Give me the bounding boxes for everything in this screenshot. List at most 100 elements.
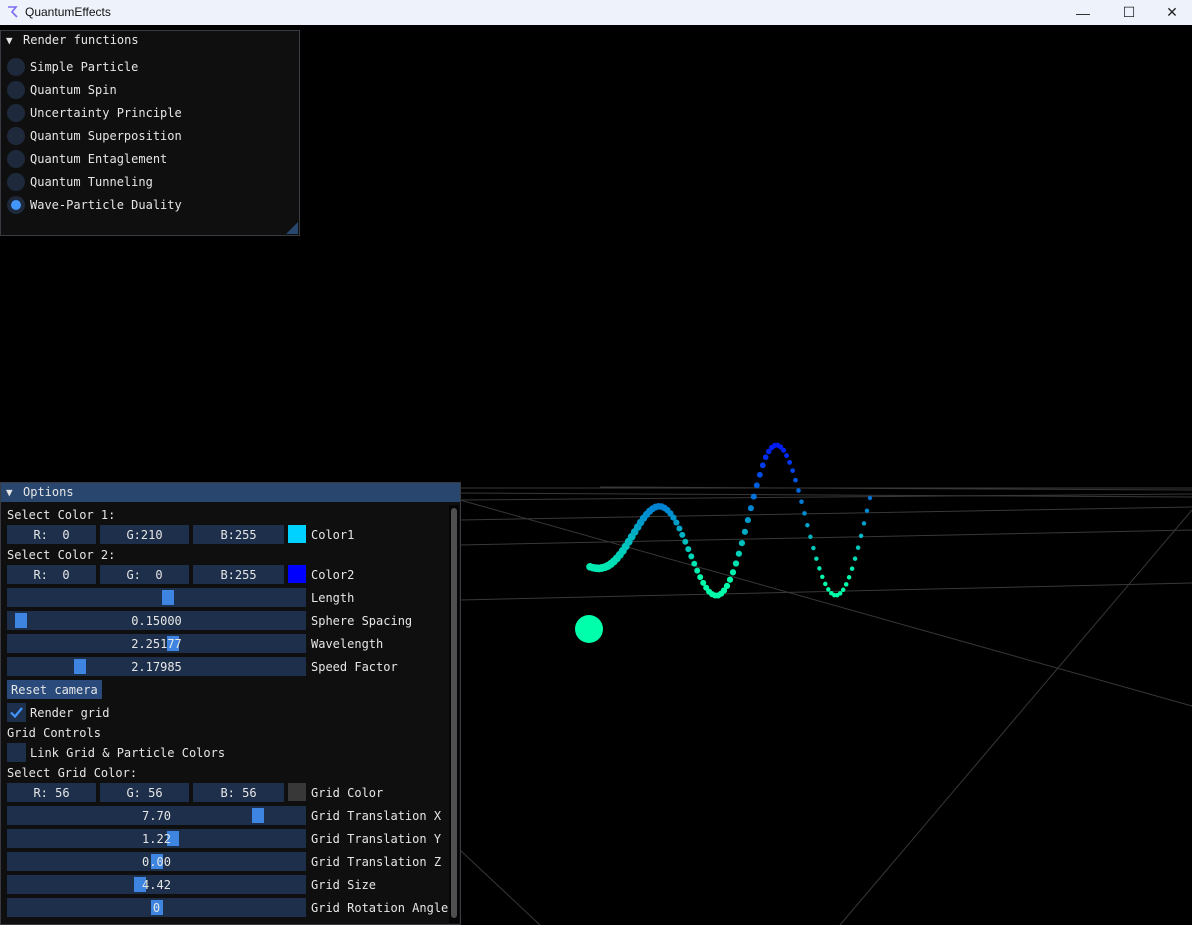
color2-swatch[interactable] (288, 565, 306, 583)
particle-sphere (679, 531, 686, 538)
radio-button-icon[interactable] (7, 81, 25, 99)
grid-color-swatch[interactable] (288, 783, 306, 801)
length-label: Length (311, 591, 355, 605)
slider-grab-handle[interactable] (74, 659, 86, 674)
grid-line (459, 499, 1192, 707)
lead-particle (575, 615, 603, 643)
render-grid-label: Render grid (30, 706, 110, 720)
particle-sphere (781, 447, 787, 453)
grid-color-r-field[interactable]: R: 56 (7, 783, 96, 802)
particle-sphere (738, 539, 746, 547)
particle-sphere (820, 574, 825, 580)
slider-grab-handle[interactable] (15, 613, 27, 628)
slider-grab-handle[interactable] (252, 808, 264, 823)
particle-sphere (691, 560, 698, 567)
color1-r-value: R: 0 (33, 527, 70, 542)
speed-factor-value: 2.17985 (131, 659, 182, 674)
grid-size-label: Grid Size (311, 878, 377, 892)
particle-sphere (796, 488, 801, 493)
particle-sphere (855, 545, 861, 550)
color1-g-field[interactable]: G:210 (100, 525, 189, 544)
color1-b-value: B:255 (220, 527, 257, 542)
grid-translation-z-value: 0.00 (142, 854, 171, 869)
color2-g-field[interactable]: G: 0 (100, 565, 189, 584)
render-option[interactable]: Quantum Tunneling (7, 172, 153, 192)
particle-sphere (759, 462, 766, 469)
render-grid-checkbox[interactable] (7, 703, 26, 722)
color1-heading: Select Color 1: (7, 508, 116, 522)
minimize-button[interactable]: — (1060, 0, 1106, 25)
reset-camera-button[interactable]: Reset camera (7, 680, 102, 699)
particle-sphere (790, 468, 795, 473)
color2-b-field[interactable]: B:255 (193, 565, 284, 584)
radio-button-icon[interactable] (7, 127, 25, 145)
options-scrollbar[interactable] (449, 505, 459, 923)
grid-rotation-slider[interactable]: 0 (7, 898, 306, 917)
render-option[interactable]: Quantum Entaglement (7, 149, 167, 169)
grid-translation-y-slider[interactable]: 1.22 (7, 829, 306, 848)
particle-sphere (793, 477, 798, 483)
grid-size-slider[interactable]: 4.42 (7, 875, 306, 894)
particle-sphere (840, 587, 846, 593)
color2-r-field[interactable]: R: 0 (7, 565, 96, 584)
render-option[interactable]: Uncertainty Principle (7, 103, 182, 123)
radio-button-icon[interactable] (7, 58, 25, 76)
resize-grip-icon[interactable] (286, 222, 298, 234)
particle-sphere (867, 495, 873, 501)
radio-button-icon[interactable] (7, 104, 25, 122)
close-icon: ✕ (1166, 4, 1178, 20)
render-option[interactable]: Quantum Superposition (7, 126, 182, 146)
sphere-spacing-label: Sphere Spacing (311, 614, 413, 628)
sphere-spacing-value: 0.15000 (131, 613, 182, 628)
grid-color-b-value: B: 56 (220, 785, 257, 800)
close-button[interactable]: ✕ (1152, 0, 1192, 25)
particle-sphere (762, 454, 769, 461)
radio-button-icon[interactable] (7, 150, 25, 168)
grid-translation-x-slider[interactable]: 7.70 (7, 806, 306, 825)
grid-color-g-field[interactable]: G: 56 (100, 783, 189, 802)
grid-size-value: 4.42 (142, 877, 171, 892)
color1-swatch[interactable] (288, 525, 306, 543)
radio-button-icon[interactable] (7, 196, 25, 214)
particle-sphere (837, 591, 843, 596)
wavelength-label: Wavelength (311, 637, 384, 651)
grid-translation-z-slider[interactable]: 0.00 (7, 852, 306, 871)
app-icon (8, 6, 18, 18)
particle-sphere (750, 493, 757, 500)
scrollbar-thumb[interactable] (451, 508, 457, 918)
particle-sphere (753, 482, 760, 489)
color1-r-field[interactable]: R: 0 (7, 525, 96, 544)
link-colors-checkbox[interactable] (7, 743, 26, 762)
options-header[interactable]: ▼ Options (1, 483, 460, 502)
wavelength-value: 2.25177 (131, 636, 182, 651)
grid-translation-x-label: Grid Translation X (311, 809, 442, 823)
particle-sphere (817, 566, 822, 571)
particle-sphere (741, 528, 748, 535)
grid-translation-x-value: 7.70 (142, 808, 171, 823)
sphere-spacing-slider[interactable]: 0.15000 (7, 611, 306, 630)
render-option[interactable]: Quantum Spin (7, 80, 117, 100)
particle-sphere (861, 521, 867, 526)
speed-factor-slider[interactable]: 2.17985 (7, 657, 306, 676)
grid-color-r-value: R: 56 (33, 785, 70, 800)
radio-button-icon[interactable] (7, 173, 25, 191)
wave-particle-trail (575, 442, 873, 643)
slider-grab-handle[interactable] (162, 590, 174, 605)
length-slider[interactable] (7, 588, 306, 607)
render-option-label: Quantum Spin (30, 83, 117, 97)
collapse-triangle-icon[interactable]: ▼ (6, 483, 13, 502)
grid-color-b-field[interactable]: B: 56 (193, 783, 284, 802)
grid-line (459, 529, 1192, 546)
wavelength-slider[interactable]: 2.25177 (7, 634, 306, 653)
render-functions-panel: ▼ Render functions Simple Particle Quantu… (0, 30, 300, 236)
render-functions-header[interactable]: ▼ Render functions (1, 31, 299, 50)
minimize-icon: — (1076, 4, 1090, 21)
particle-sphere (802, 511, 807, 516)
collapse-triangle-icon[interactable]: ▼ (6, 31, 13, 50)
color1-b-field[interactable]: B:255 (193, 525, 284, 544)
maximize-button[interactable]: ☐ (1106, 0, 1152, 25)
render-option[interactable]: Simple Particle (7, 57, 138, 77)
render-option[interactable]: Wave-Particle Duality (7, 195, 182, 215)
grid-plane (459, 486, 1192, 925)
particle-sphere (744, 517, 751, 524)
